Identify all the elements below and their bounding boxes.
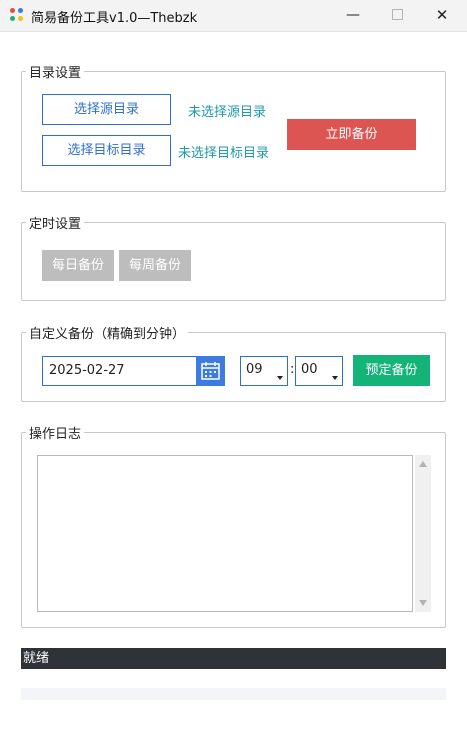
operation-log-legend: 操作日志 (29, 427, 82, 442)
select-source-button[interactable]: 选择源目录 (42, 94, 171, 125)
maximize-button[interactable] (374, 0, 420, 31)
calendar-button[interactable] (196, 356, 225, 386)
daily-backup-button[interactable]: 每日备份 (42, 250, 114, 281)
directory-settings-legend: 目录设置 (29, 66, 82, 81)
minute-dropdown-icon (332, 376, 338, 380)
custom-backup-legend: 自定义备份（精确到分钟） (29, 327, 186, 342)
hour-select[interactable]: 09 (240, 356, 288, 386)
minimize-button[interactable]: — (330, 0, 376, 31)
select-target-button[interactable]: 选择目标目录 (42, 135, 171, 166)
weekly-backup-button[interactable]: 每周备份 (119, 250, 191, 281)
schedule-backup-button[interactable]: 预定备份 (353, 355, 430, 386)
source-status-label: 未选择源目录 (188, 105, 267, 120)
minute-value: 00 (301, 362, 318, 377)
progress-bar (21, 688, 446, 700)
scroll-down-icon[interactable] (419, 600, 427, 606)
title-bar: 简易备份工具v1.0—Thebzk — ✕ (0, 0, 467, 32)
log-scrollbar[interactable] (415, 455, 431, 612)
schedule-settings-legend: 定时设置 (29, 217, 82, 232)
time-separator: : (290, 362, 295, 377)
date-input[interactable]: 2025-02-27 (42, 356, 197, 386)
maximize-icon (391, 8, 403, 20)
hour-dropdown-icon (277, 376, 283, 380)
scroll-up-icon[interactable] (419, 461, 427, 467)
hour-value: 09 (246, 362, 263, 377)
target-status-label: 未选择目标目录 (178, 146, 270, 161)
backup-now-button[interactable]: 立即备份 (287, 119, 416, 150)
window-title: 简易备份工具v1.0—Thebzk (31, 11, 198, 26)
app-grid-icon (10, 8, 24, 22)
minute-select[interactable]: 00 (295, 356, 343, 386)
log-textarea[interactable] (37, 455, 413, 612)
calendar-icon (201, 362, 220, 380)
status-bar: 就绪 (21, 648, 446, 669)
close-button[interactable]: ✕ (419, 0, 465, 31)
